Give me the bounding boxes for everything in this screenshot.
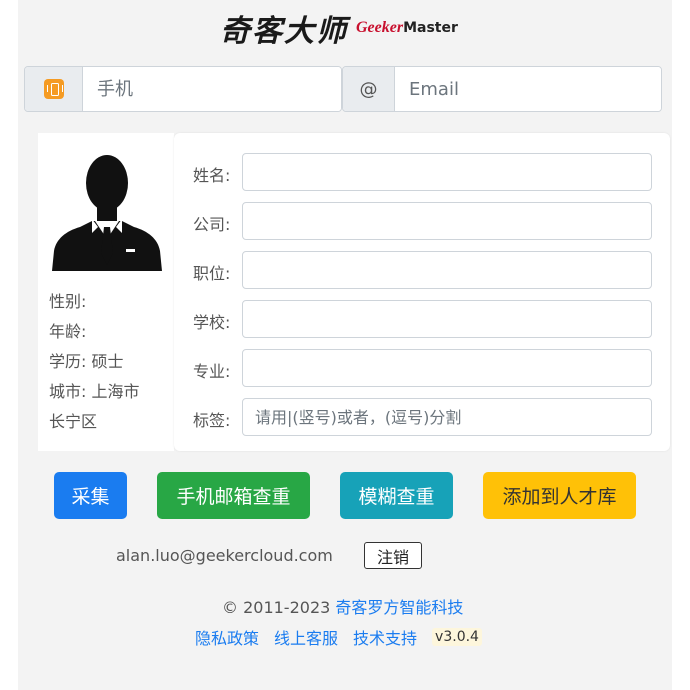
- name-label: 姓名:: [193, 166, 231, 185]
- at-sign-icon: @: [359, 78, 378, 100]
- education-line: 学历: 硕士: [49, 348, 124, 372]
- profile-form: 姓名: 公司: 职位: 学校: 专业: 标签:: [174, 133, 670, 451]
- email-input[interactable]: [395, 67, 661, 111]
- email-addon: @: [343, 67, 395, 111]
- company-input[interactable]: [242, 202, 652, 240]
- education-label: 学历:: [49, 352, 87, 371]
- footer-links: 隐私政策 线上客服 技术支持 v3.0.4: [195, 625, 482, 649]
- age-line: 年龄:: [49, 318, 86, 342]
- school-label: 学校:: [193, 313, 231, 332]
- tags-input[interactable]: [242, 398, 652, 436]
- copyright-text: © 2011-2023: [222, 598, 331, 617]
- tags-label: 标签:: [193, 411, 231, 430]
- phone-icon: [43, 79, 64, 99]
- position-input[interactable]: [242, 251, 652, 289]
- online-support-link[interactable]: 线上客服: [274, 625, 338, 649]
- profile-summary: 性别: 年龄: 学历: 硕士 城市: 上海市 长宁区: [38, 133, 174, 451]
- name-input[interactable]: [242, 153, 652, 191]
- logout-button[interactable]: 注销: [364, 542, 422, 569]
- school-input[interactable]: [242, 300, 652, 338]
- major-row: 专业:: [174, 349, 670, 389]
- collect-button[interactable]: 采集: [54, 472, 127, 519]
- company-row: 公司:: [174, 202, 670, 242]
- logo-master: Master: [403, 20, 458, 36]
- logo-english: GeekerMaster: [356, 19, 458, 37]
- version-badge: v3.0.4: [432, 628, 482, 646]
- position-label: 职位:: [193, 264, 231, 283]
- privacy-link[interactable]: 隐私政策: [195, 625, 259, 649]
- email-input-group: @: [342, 66, 662, 112]
- education-value: 硕士: [91, 352, 124, 371]
- logo-geeker: Geeker: [356, 19, 404, 36]
- gender-line: 性别:: [49, 288, 86, 312]
- company-link[interactable]: 奇客罗方智能科技: [335, 598, 463, 617]
- city-line: 城市: 上海市: [49, 378, 140, 402]
- tech-support-link[interactable]: 技术支持: [353, 625, 417, 649]
- school-row: 学校:: [174, 300, 670, 340]
- company-label: 公司:: [193, 215, 231, 234]
- avatar-silhouette-icon: [52, 155, 162, 271]
- phone-input-group: [24, 66, 342, 112]
- age-label: 年龄:: [49, 322, 87, 341]
- name-row: 姓名:: [174, 153, 670, 193]
- brand-logo: 奇客大师 GeekerMaster: [220, 8, 458, 49]
- logo-chinese: 奇客大师: [220, 14, 348, 49]
- account-email: alan.luo@geekercloud.com: [116, 546, 333, 565]
- major-label: 专业:: [193, 362, 231, 381]
- add-to-talent-pool-button[interactable]: 添加到人才库: [483, 472, 636, 519]
- phone-email-dedupe-button[interactable]: 手机邮箱查重: [157, 472, 310, 519]
- position-row: 职位:: [174, 251, 670, 291]
- copyright: © 2011-2023 奇客罗方智能科技: [222, 594, 463, 618]
- major-input[interactable]: [242, 349, 652, 387]
- district-value: 长宁区: [49, 412, 98, 431]
- tags-row: 标签:: [174, 398, 670, 438]
- district-line: 长宁区: [49, 408, 97, 432]
- gender-label: 性别:: [49, 292, 87, 311]
- city-label: 城市:: [49, 382, 87, 401]
- phone-addon: [25, 67, 83, 111]
- phone-input[interactable]: [83, 67, 341, 111]
- fuzzy-dedupe-button[interactable]: 模糊查重: [340, 472, 453, 519]
- city-value: 上海市: [91, 382, 140, 401]
